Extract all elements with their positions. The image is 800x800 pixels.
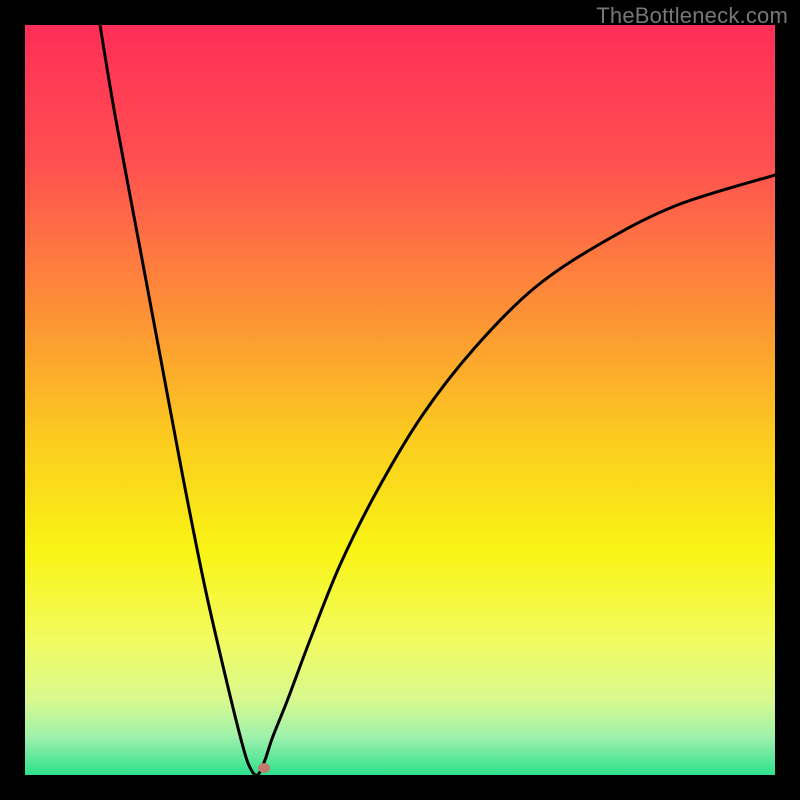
optimal-point-marker [258,763,270,773]
chart-frame: TheBottleneck.com [0,0,800,800]
bottleneck-curve [25,25,775,775]
plot-area [25,25,775,775]
